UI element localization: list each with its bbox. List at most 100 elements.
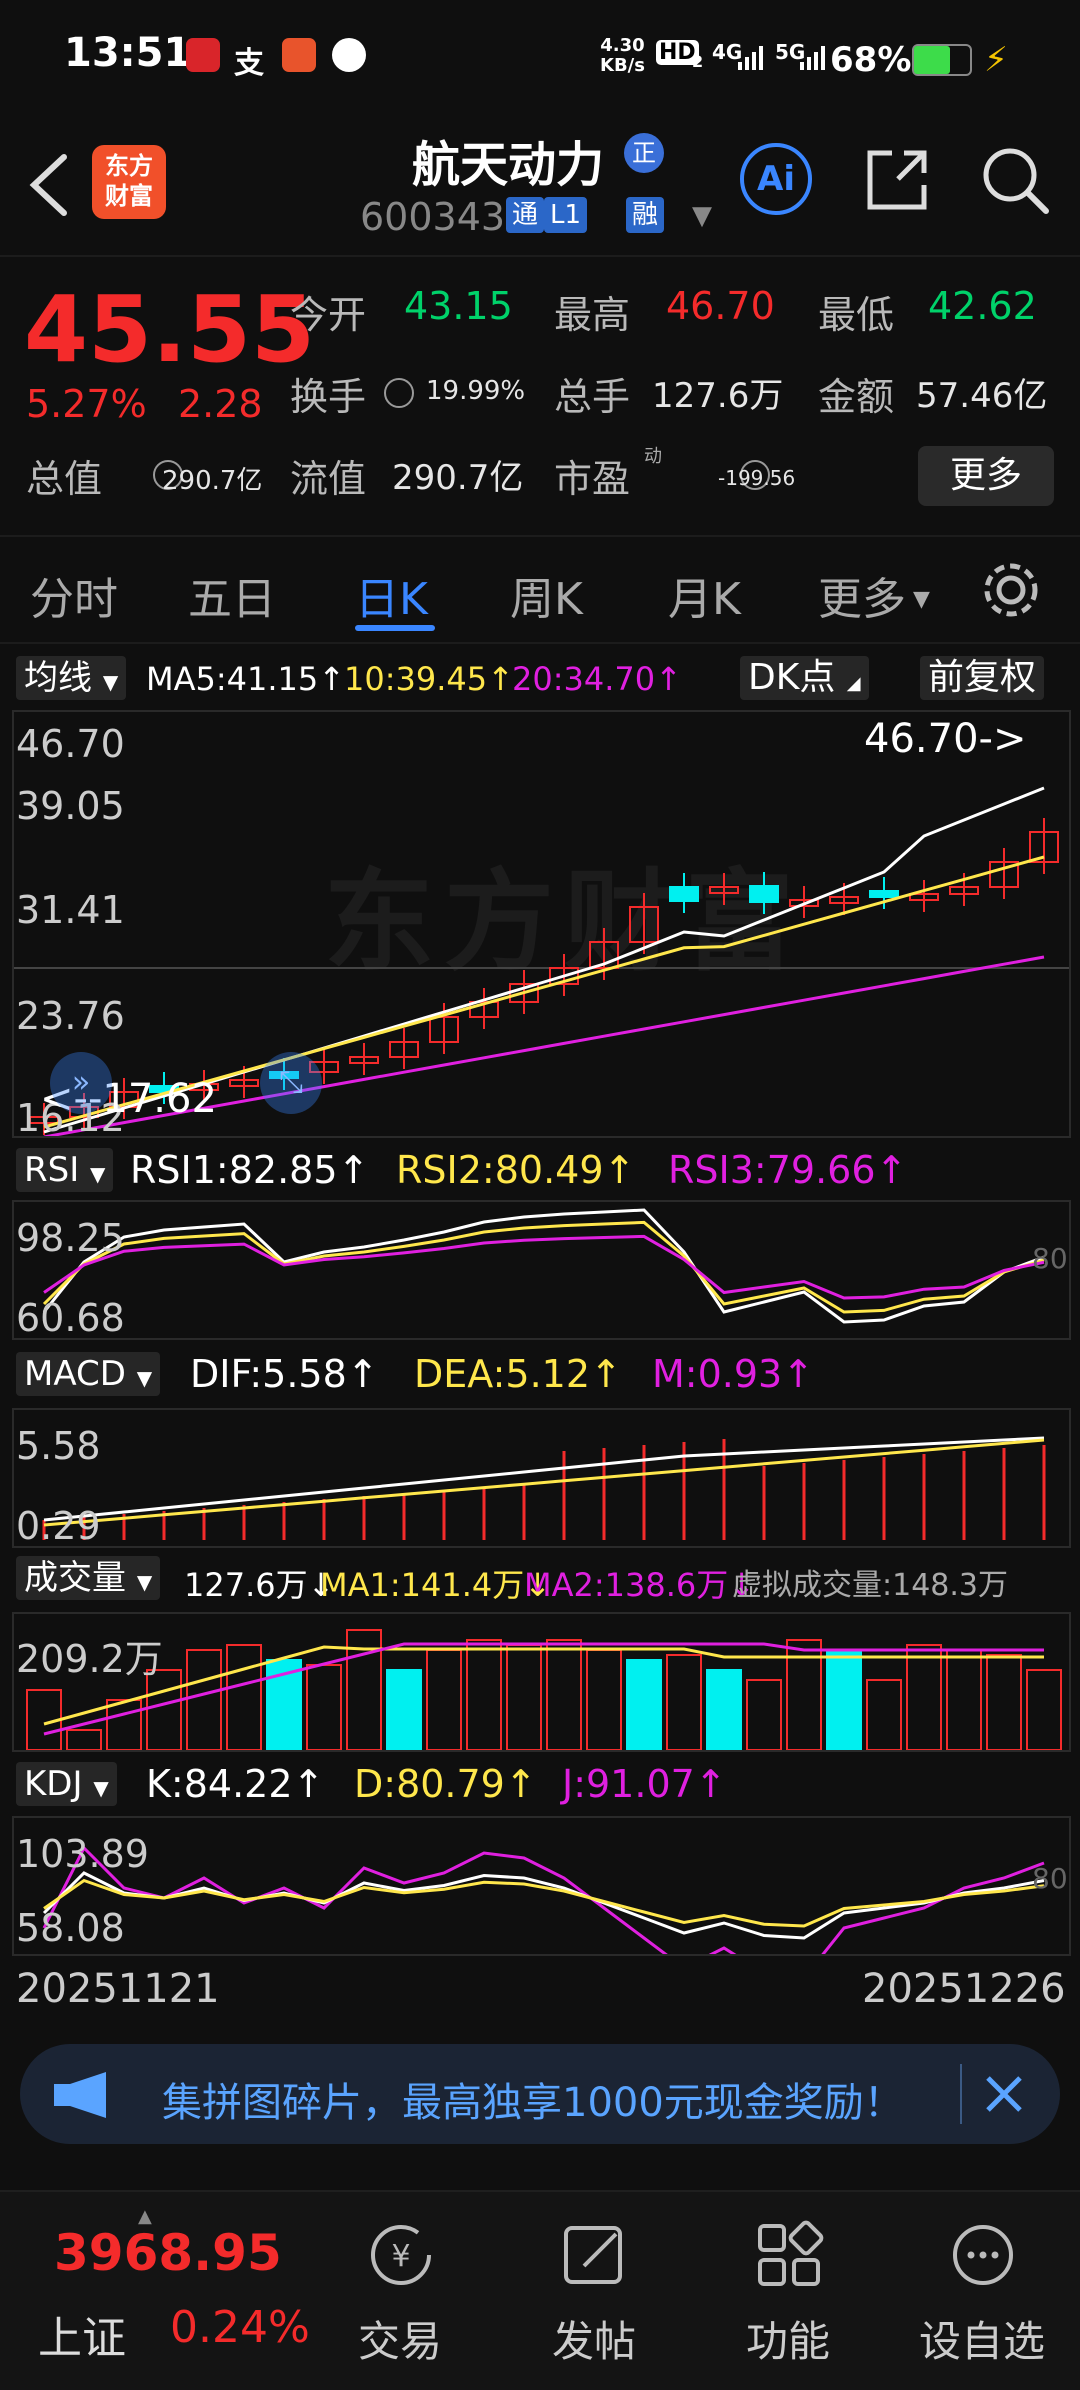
legend-rsi3: RSI3:79.66↑ (668, 1148, 908, 1192)
kline-y-tick: 23.76 (16, 994, 125, 1038)
macd-chart[interactable] (14, 1410, 1069, 1546)
promo-banner[interactable]: 集拼图碎片，最高独享1000元现金奖励！ (20, 2044, 1060, 2144)
search-icon[interactable] (980, 145, 1050, 215)
virtual-volume: 虚拟成交量:148.3万 (732, 1568, 1008, 1603)
total-mv-value: 290.7亿 (162, 466, 263, 496)
title-badge: 正 (624, 133, 664, 173)
tab-more[interactable]: 更多 ▼ (818, 563, 930, 627)
kdj-chart[interactable] (14, 1818, 1069, 1954)
divider (960, 2064, 962, 2124)
legend-rsi2: RSI2:80.49↑ (396, 1148, 636, 1192)
indicator-select-volume[interactable]: 成交量 ▼ (16, 1556, 161, 1600)
legend-ma20: 20:34.70↑ (512, 660, 682, 698)
volume-bar (826, 1649, 862, 1750)
tab-intraday[interactable]: 分时 (30, 563, 118, 627)
high-value: 46.70 (666, 284, 775, 328)
change-amt: 2.28 (178, 382, 263, 426)
index-change[interactable]: 0.24% (170, 2302, 310, 2353)
fullscreen-icon[interactable]: ⤡ (260, 1052, 322, 1114)
index-name[interactable]: 上证 (38, 2302, 126, 2366)
alipay-icon: 支 (234, 46, 264, 81)
expand-left-icon[interactable]: » (50, 1052, 112, 1114)
chevron-down-icon[interactable]: ▼ (692, 201, 712, 231)
close-icon[interactable] (982, 2072, 1026, 2116)
volume-chart[interactable] (14, 1614, 1069, 1750)
nav-trade-label: 交易 (357, 2317, 442, 2366)
volume-bar (386, 1669, 422, 1750)
rsi2-line (42, 1220, 1045, 1314)
volume-bar (66, 1729, 102, 1750)
volume-bar (106, 1699, 142, 1750)
volume-label: 总手 (554, 375, 631, 419)
tab-weekly-k[interactable]: 周K (510, 563, 583, 627)
legend-macd-m: M:0.93↑ (652, 1352, 815, 1396)
legend-vol-ma1: MA1:141.4万↓ (320, 1566, 552, 1604)
tag-connect: 通 (506, 197, 545, 233)
kdj-y-tick: 58.08 (16, 1906, 125, 1950)
dk-point-button[interactable]: DK点 ◢ (740, 656, 869, 700)
volume-bar (466, 1639, 502, 1750)
legend-j: J:91.07↑ (562, 1762, 727, 1806)
tab-daily-k[interactable]: 日K (355, 563, 428, 627)
volume-value: 127.6万 (652, 376, 784, 416)
kline-y-tick: 31.41 (16, 888, 125, 932)
kline-panel[interactable]: 东方财富 46.70 39.05 31.41 23.76 16.12 46.70… (12, 710, 1071, 1140)
j-line (42, 1845, 1045, 1954)
volume-panel[interactable]: 209.2万 (12, 1612, 1071, 1752)
volume-bar (426, 1649, 462, 1750)
indicator-select-kdj[interactable]: KDJ ▼ (16, 1762, 117, 1806)
notification-app-icon-2 (282, 38, 316, 72)
volume-y-tick: 209.2万 (16, 1637, 163, 1681)
info-icon[interactable] (384, 378, 414, 408)
quote-panel: 45.55 5.27% 2.28 今开 43.15 最高 46.70 最低 42… (0, 258, 1080, 530)
app-logo[interactable]: 东方 财富 (92, 145, 166, 219)
kline-y-tick: 46.70 (16, 722, 125, 766)
indicator-select-ma[interactable]: 均线 ▼ (16, 656, 127, 700)
high-marker: 46.70-> (864, 716, 1027, 762)
indicator-select-rsi[interactable]: RSI ▼ (16, 1148, 114, 1192)
float-mv-value: 290.7亿 (392, 458, 524, 498)
more-button[interactable]: 更多 (918, 446, 1054, 506)
pe-superscript: 动 (644, 446, 662, 467)
macd-panel[interactable]: 5.58 0.29 (12, 1408, 1071, 1548)
index-value[interactable]: 3968.95 (54, 2224, 282, 2282)
rsi-chart[interactable] (14, 1202, 1069, 1338)
promo-text[interactable]: 集拼图碎片，最高独享1000元现金奖励！ (162, 2070, 904, 2128)
back-arrow-icon[interactable] (26, 153, 70, 217)
tag-l1: L1 (544, 197, 588, 233)
rsi-y-tick: 60.68 (16, 1296, 125, 1340)
megaphone-icon (54, 2072, 106, 2118)
volume-bar (986, 1654, 1022, 1750)
net-speed: 4.30 KB/s (600, 35, 645, 76)
rsi-y-tick: 98.25 (16, 1216, 125, 1260)
legend-vol-ma2: MA2:138.6万↓ (524, 1566, 756, 1604)
kdj-ref-level: 80 (1032, 1862, 1068, 1895)
rsi-panel[interactable]: 98.25 60.68 80 (12, 1200, 1071, 1340)
volume-bar (506, 1644, 542, 1750)
tab-five-day[interactable]: 五日 (188, 563, 276, 627)
adjust-button[interactable]: 前复权 (920, 656, 1045, 700)
stock-name[interactable]: 航天动力 (412, 125, 604, 195)
volume-bar (1026, 1669, 1062, 1750)
kdj-panel[interactable]: 103.89 58.08 80 (12, 1816, 1071, 1956)
dea-line (43, 1438, 1045, 1527)
gear-icon[interactable] (980, 559, 1042, 621)
legend-ma5: MA5:41.15↑ (146, 660, 346, 698)
candle (749, 885, 779, 903)
candle (669, 886, 699, 902)
d-line (43, 1878, 1045, 1928)
bottom-nav: ▲ 3968.95 上证 0.24% ¥ 交易 发帖 功能 设自选 (0, 2190, 1080, 2390)
volume-bar (746, 1679, 782, 1750)
tab-monthly-k[interactable]: 月K (668, 563, 741, 627)
legend-dea: DEA:5.12↑ (414, 1352, 622, 1396)
ai-icon[interactable]: Ai (740, 143, 812, 215)
stock-code: 600343 (360, 195, 506, 239)
volume-bar (586, 1649, 622, 1750)
volume-bar (306, 1664, 342, 1750)
kline-chart[interactable] (14, 712, 1069, 1136)
kdj-y-tick: 103.89 (16, 1832, 149, 1876)
share-icon[interactable] (862, 145, 932, 215)
pe-label: 市盈 (554, 457, 631, 501)
indicator-select-macd[interactable]: MACD ▼ (16, 1352, 161, 1396)
status-time: 13:51 (64, 30, 192, 76)
